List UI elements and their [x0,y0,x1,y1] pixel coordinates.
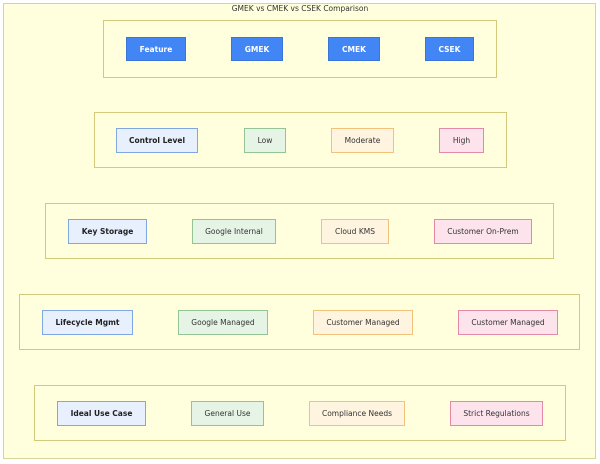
lifecycle-mgmt-cmek: Customer Managed [313,310,413,335]
ideal-use-case-gmek: General Use [191,401,264,426]
key-storage-cmek: Cloud KMS [321,219,389,244]
csek-header: CSEK [425,37,474,61]
lifecycle-mgmt-label: Lifecycle Mgmt [42,310,133,335]
gmek-header: GMEK [231,37,283,61]
control-level-cmek: Moderate [331,128,394,153]
control-level-gmek: Low [244,128,286,153]
ideal-use-case-label: Ideal Use Case [57,401,146,426]
key-storage-label: Key Storage [68,219,147,244]
cmek-header: CMEK [328,37,380,61]
key-storage-gmek: Google Internal [192,219,276,244]
control-level-csek: High [439,128,484,153]
ideal-use-case-cmek: Compliance Needs [309,401,405,426]
ideal-use-case-csek: Strict Regulations [450,401,543,426]
feature-header: Feature [126,37,186,61]
diagram-title: GMEK vs CMEK vs CSEK Comparison [231,4,369,13]
lifecycle-mgmt-gmek: Google Managed [178,310,268,335]
control-level-label: Control Level [116,128,198,153]
lifecycle-mgmt-csek: Customer Managed [458,310,558,335]
key-storage-csek: Customer On-Prem [434,219,532,244]
